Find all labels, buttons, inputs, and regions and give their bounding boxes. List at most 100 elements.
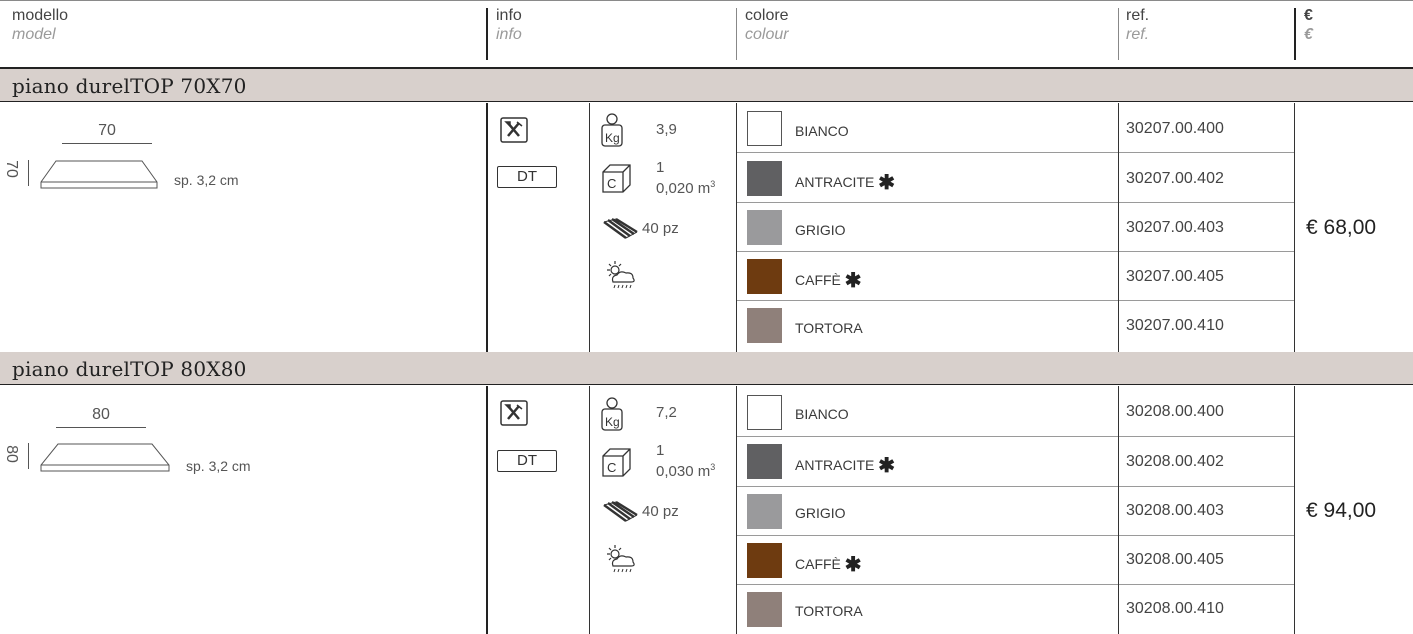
column-divider [1118,386,1119,634]
pallet-value: 40 pz [642,503,679,520]
section-title: piano durelTOP 70X70 [12,74,247,98]
ref-code: 30208.00.403 [1126,502,1224,519]
row-divider [737,486,1295,487]
ref-code: 30207.00.410 [1126,317,1224,334]
row-divider [737,584,1295,585]
header-info-it: info [496,7,522,24]
colour-name: CAFFÈ ✱ [795,552,862,577]
header-model-it: modello [12,7,69,24]
header-colour-en: colour [745,26,789,43]
svg-text:C: C [607,176,616,191]
availability-star: ✱ [878,172,895,194]
section-band: piano durelTOP 70X70 [0,69,1413,102]
carton-volume: 0,030 m3 [656,459,715,480]
section-band: piano durelTOP 80X80 [0,352,1413,385]
availability-star: ✱ [878,455,895,477]
colour-swatch [747,444,782,479]
svg-text:Kg: Kg [605,131,620,145]
colour-name-text: CAFFÈ [795,556,841,572]
colour-swatch [747,259,782,294]
column-divider [1118,103,1119,352]
pallet-value: 40 pz [642,220,679,237]
header-model-en: model [12,26,56,43]
dim-width-line [62,143,152,144]
header-ref-en: ref. [1126,26,1150,43]
header-divider [1118,8,1119,60]
table-top-drawing [40,443,170,472]
ref-code: 30208.00.400 [1126,403,1224,420]
carton-volume-value: 0,020 m [656,180,711,197]
header-divider [736,8,737,60]
header-ref: ref. ref. [1126,6,1149,44]
colour-swatch [747,308,782,343]
dim-depth: 70 [2,160,20,178]
ref-code: 30207.00.400 [1126,120,1224,137]
thickness-label: sp. 3,2 cm [174,172,239,188]
colour-swatch [747,494,782,529]
colour-name: CAFFÈ ✱ [795,268,862,293]
colour-name: ANTRACITE ✱ [795,453,895,478]
colour-name-text: CAFFÈ [795,272,841,288]
colour-swatch [747,592,782,627]
tools-icon [500,400,528,426]
ref-code: 30207.00.402 [1126,170,1224,187]
ref-code: 30207.00.403 [1126,219,1224,236]
weight-value: 7,2 [656,404,677,421]
colour-name-text: ANTRACITE [795,174,875,190]
ref-code: 30208.00.405 [1126,551,1224,568]
header-info-en: info [496,26,522,43]
column-divider [589,103,590,352]
row-divider [737,300,1295,301]
carton-volume-unit-exp: 3 [710,462,716,472]
colour-swatch [747,543,782,578]
dt-badge: DT [497,166,557,188]
header-info: info info [496,6,522,44]
dim-depth-line [28,443,29,469]
price-value: € 94,00 [1306,499,1377,522]
colour-name: TORTORA [795,318,863,341]
column-divider [736,103,737,352]
header-divider [1294,8,1296,60]
pallet-icon [603,218,638,239]
header-price-en: € [1304,26,1313,43]
weather-resistant-icon [607,261,635,289]
column-divider [736,386,737,634]
column-divider [486,103,488,352]
dim-width: 80 [92,406,110,423]
dt-badge: DT [497,450,557,472]
pallet-icon [603,501,638,522]
colour-swatch [747,210,782,245]
colour-name-text: ANTRACITE [795,457,875,473]
dim-width-line [56,427,146,428]
row-divider [737,251,1295,252]
header-colour-it: colore [745,7,789,24]
weather-resistant-icon [607,545,635,573]
tools-icon [500,117,528,143]
colour-name-text: BIANCO [795,406,849,422]
header-divider [486,8,488,60]
colour-swatch [747,161,782,196]
row-divider [737,535,1295,536]
availability-star: ✱ [844,554,862,576]
colour-name-text: TORTORA [795,320,863,336]
colour-name: BIANCO [795,404,849,427]
colour-swatch [747,395,782,430]
colour-name: GRIGIO [795,220,846,243]
colour-name: ANTRACITE ✱ [795,170,895,195]
colour-name-text: GRIGIO [795,222,846,238]
weight-kg-icon: Kg [601,397,623,431]
carton-box-icon: C [602,448,631,477]
colour-name: GRIGIO [795,503,846,526]
availability-star: ✱ [844,270,862,292]
colour-name: TORTORA [795,601,863,624]
table-top-drawing [40,160,158,189]
colour-name-text: BIANCO [795,123,849,139]
ref-code: 30208.00.410 [1126,600,1224,617]
row-divider [737,152,1295,153]
dim-width: 70 [98,122,116,139]
weight-value: 3,9 [656,121,677,138]
colour-name-text: TORTORA [795,603,863,619]
carton-volume: 0,020 m3 [656,176,715,197]
column-divider [486,386,488,634]
colour-swatch [747,111,782,146]
